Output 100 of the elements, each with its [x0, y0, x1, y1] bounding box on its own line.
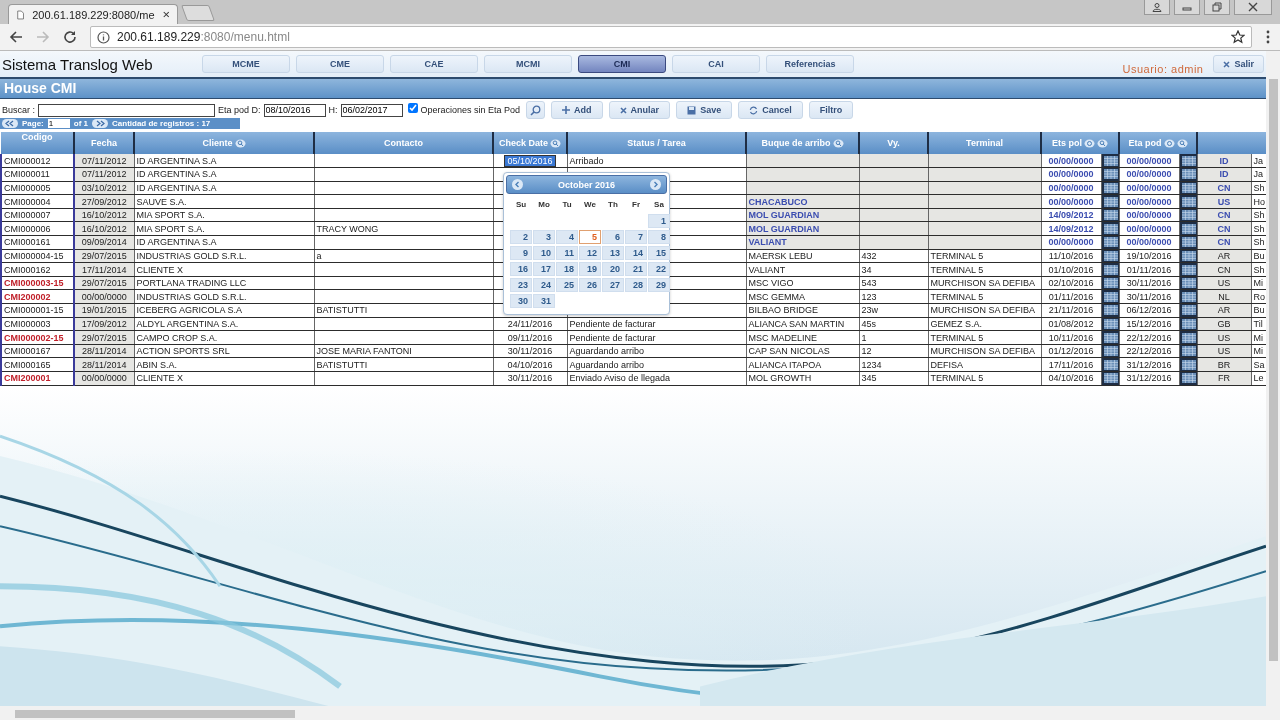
calendar-icon[interactable]: [1103, 223, 1118, 234]
calendar-day[interactable]: 19: [579, 262, 601, 276]
calendar-icon[interactable]: [1181, 210, 1196, 221]
calendar-day[interactable]: 11: [556, 246, 578, 260]
calendar-icon[interactable]: [1103, 318, 1118, 329]
calendar-day[interactable]: 5: [579, 230, 601, 244]
calendar-icon[interactable]: [1103, 155, 1118, 166]
calendar-day[interactable]: 7: [625, 230, 647, 244]
calendar-day[interactable]: 25: [556, 278, 578, 292]
calendar-icon[interactable]: [1181, 278, 1196, 289]
calendar-day[interactable]: 26: [579, 278, 601, 292]
toolbar-button[interactable]: Cancel: [738, 101, 803, 119]
calendar-day[interactable]: 1: [648, 214, 670, 228]
search-icon[interactable]: [234, 139, 246, 149]
search-button[interactable]: [526, 101, 546, 119]
calendar-icon[interactable]: [1181, 346, 1196, 357]
calendar-day[interactable]: 4: [556, 230, 578, 244]
scrollbar-thumb[interactable]: [1268, 79, 1278, 661]
calendar-icon[interactable]: [1181, 359, 1196, 370]
nav-tab[interactable]: CAI: [672, 55, 760, 73]
calendar-day[interactable]: 21: [625, 262, 647, 276]
calendar-day[interactable]: 29: [648, 278, 670, 292]
calendar-day[interactable]: 27: [602, 278, 624, 292]
calendar-icon[interactable]: [1103, 196, 1118, 207]
nav-tab[interactable]: CMI: [578, 55, 666, 73]
close-window-button[interactable]: [1234, 0, 1272, 15]
calendar-day[interactable]: 31: [533, 294, 555, 308]
menu-icon[interactable]: [1265, 30, 1271, 44]
calendar-icon[interactable]: [1103, 373, 1118, 384]
calendar-day[interactable]: 2: [510, 230, 532, 244]
toolbar-button[interactable]: Add: [551, 101, 603, 119]
calendar-icon[interactable]: [1103, 291, 1118, 302]
calendar-icon[interactable]: [1103, 237, 1118, 248]
date-field[interactable]: 05/10/2016: [504, 154, 556, 167]
calendar-day[interactable]: 22: [648, 262, 670, 276]
calendar-icon[interactable]: [1181, 183, 1196, 193]
calendar-icon[interactable]: [1103, 210, 1118, 221]
nav-tab[interactable]: CAE: [390, 55, 478, 73]
calendar-icon[interactable]: [1181, 318, 1196, 329]
star-icon[interactable]: [1231, 30, 1245, 44]
calendar-icon[interactable]: [1181, 250, 1196, 261]
calendar-day[interactable]: 12: [579, 246, 601, 260]
calendar-icon[interactable]: [1103, 332, 1118, 343]
profile-button[interactable]: [1144, 0, 1170, 15]
back-icon[interactable]: [9, 30, 23, 44]
calendar-day[interactable]: 17: [533, 262, 555, 276]
nav-tab[interactable]: MCME: [202, 55, 290, 73]
calendar-icon[interactable]: [1103, 346, 1118, 357]
calendar-day[interactable]: 10: [533, 246, 555, 260]
calendar-icon[interactable]: [1181, 237, 1196, 248]
calendar-day[interactable]: 3: [533, 230, 555, 244]
reload-icon[interactable]: [63, 30, 77, 44]
calendar-day[interactable]: 20: [602, 262, 624, 276]
calendar-day[interactable]: 28: [625, 278, 647, 292]
previous-month-icon[interactable]: [512, 179, 523, 190]
calendar-icon[interactable]: [1103, 305, 1118, 316]
nav-tab[interactable]: Referencias: [766, 55, 854, 73]
calendar-icon[interactable]: [1181, 155, 1196, 166]
date-to-field[interactable]: 06/02/2017: [340, 103, 403, 117]
calendar-icon[interactable]: [1103, 183, 1118, 193]
calendar-icon[interactable]: [1103, 264, 1118, 275]
search-field[interactable]: [38, 103, 215, 117]
calendar-icon[interactable]: [1103, 359, 1118, 370]
toolbar-button[interactable]: Filtro: [808, 101, 854, 119]
calendar-icon[interactable]: [1181, 332, 1196, 343]
calendar-icon[interactable]: [1181, 291, 1196, 302]
next-month-icon[interactable]: [650, 179, 661, 190]
calendar-icon[interactable]: [1181, 223, 1196, 234]
restore-button[interactable]: [1204, 0, 1230, 15]
browser-tab[interactable]: 200.61.189.229:8080/me: [8, 4, 178, 24]
page-field[interactable]: 1: [47, 119, 70, 128]
search-icon[interactable]: [1176, 139, 1188, 149]
search-icon[interactable]: [832, 139, 844, 149]
calendar-day[interactable]: 9: [510, 246, 532, 260]
calendar-icon[interactable]: [1181, 169, 1196, 180]
previous-page-icon[interactable]: [2, 119, 18, 128]
calendar-day[interactable]: 15: [648, 246, 670, 260]
toolbar-button[interactable]: Anular: [608, 101, 671, 119]
search-icon[interactable]: [1097, 139, 1108, 149]
scrollbar-thumb[interactable]: [15, 709, 295, 718]
calendar-icon[interactable]: [1181, 264, 1196, 275]
calendar-day[interactable]: 23: [510, 278, 532, 292]
address-bar[interactable]: 200.61.189.229:8080/menu.html: [90, 26, 1252, 48]
calendar-day[interactable]: 14: [625, 246, 647, 260]
calendar-day[interactable]: 6: [602, 230, 624, 244]
calendar-day[interactable]: 13: [602, 246, 624, 260]
calendar-day[interactable]: 8: [648, 230, 670, 244]
calendar-day[interactable]: 24: [533, 278, 555, 292]
close-icon[interactable]: [162, 10, 169, 19]
logout-button[interactable]: Salir: [1213, 55, 1264, 73]
toolbar-button[interactable]: Save: [676, 101, 733, 119]
calendar-day[interactable]: 16: [510, 262, 532, 276]
next-page-icon[interactable]: [92, 119, 109, 128]
date-from-field[interactable]: 08/10/2016: [263, 103, 326, 117]
calendar-icon[interactable]: [1181, 305, 1196, 316]
nav-tab[interactable]: CME: [296, 55, 384, 73]
calendar-icon[interactable]: [1103, 169, 1118, 180]
checkbox[interactable]: [407, 103, 418, 113]
nav-tab[interactable]: MCMI: [484, 55, 572, 73]
calendar-icon[interactable]: [1181, 196, 1196, 207]
